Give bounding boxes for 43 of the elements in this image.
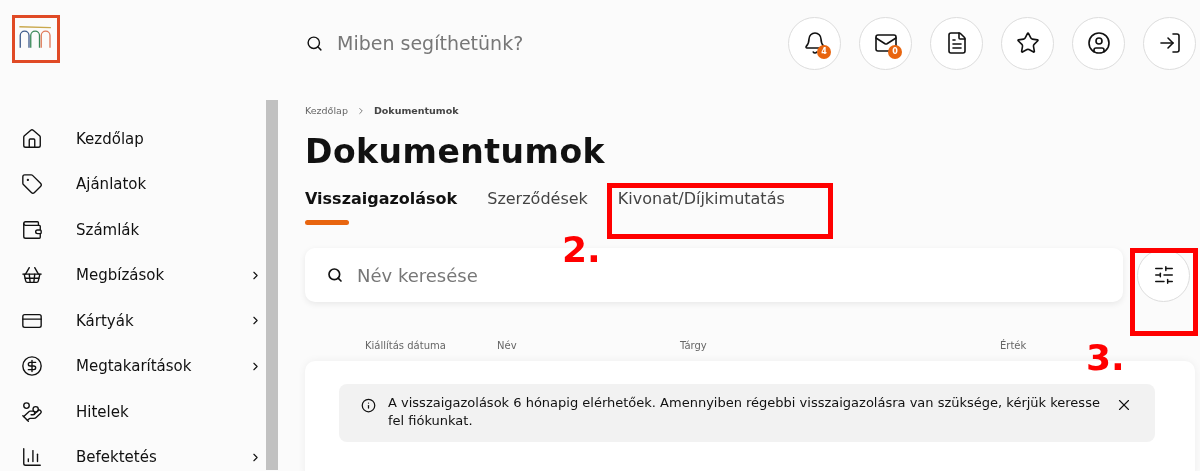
- sidebar-item[interactable]: Megbízások: [0, 252, 266, 298]
- column-header: Tárgy: [680, 339, 708, 354]
- annotation-number: 3.: [1086, 340, 1125, 376]
- login-icon: [1157, 31, 1182, 55]
- page-title: Dokumentumok: [305, 131, 607, 174]
- user-button[interactable]: [1072, 16, 1125, 70]
- sidebar-item[interactable]: Befektetés: [0, 434, 266, 471]
- sidebar-item[interactable]: Ajánlatok: [0, 161, 266, 207]
- tab[interactable]: Szerződések: [487, 186, 588, 227]
- count-badge: 0: [888, 44, 902, 59]
- envelope-icon: [873, 31, 898, 55]
- search-field[interactable]: Miben segíthetünk?: [337, 28, 637, 58]
- breadcrumb-current: Dokumentumok: [373, 104, 459, 118]
- wallet-icon: [21, 218, 43, 241]
- star-button[interactable]: [1001, 16, 1054, 70]
- user-icon: [1086, 31, 1111, 55]
- info-icon: [361, 398, 376, 414]
- login-button[interactable]: [1143, 16, 1196, 70]
- breadcrumb-link[interactable]: Kezdőlap: [305, 104, 348, 119]
- notice-text: A visszaigazolások 6 hónapig elérhetőek. Amennyiben régebbi visszaigazolásra van szüksége, kérjük keresse fel fiókunkat.: [388, 394, 1101, 431]
- house-icon: [21, 127, 43, 150]
- column-header: Érték: [1000, 338, 1028, 354]
- sidebar-item[interactable]: Számlák: [0, 207, 266, 253]
- dollar-coin-icon: [21, 355, 43, 378]
- tag-icon: [21, 173, 43, 196]
- tab[interactable]: Kivonat/Díjkimutatás: [617, 186, 785, 227]
- column-header: Kiállítás dátuma: [365, 339, 447, 354]
- tab[interactable]: Visszaigazolások: [305, 186, 458, 227]
- sliders-icon: [1152, 264, 1175, 287]
- logo: [12, 15, 60, 63]
- search-icon: [327, 267, 343, 284]
- column-header: Név: [497, 339, 518, 354]
- bar-chart-icon: [21, 446, 43, 469]
- sidebar-item[interactable]: Kártyák: [0, 298, 266, 344]
- hand-coins-icon: [21, 400, 43, 423]
- bell-icon: [802, 31, 827, 55]
- document-button[interactable]: [930, 16, 983, 70]
- sidebar-item[interactable]: Megtakarítások: [0, 343, 266, 389]
- search-icon: [306, 34, 323, 52]
- star-icon: [1015, 31, 1040, 55]
- sidebar-item[interactable]: Hitelek: [0, 389, 266, 435]
- count-badge: 4: [817, 44, 831, 59]
- sidebar-item[interactable]: Kezdőlap: [0, 116, 266, 162]
